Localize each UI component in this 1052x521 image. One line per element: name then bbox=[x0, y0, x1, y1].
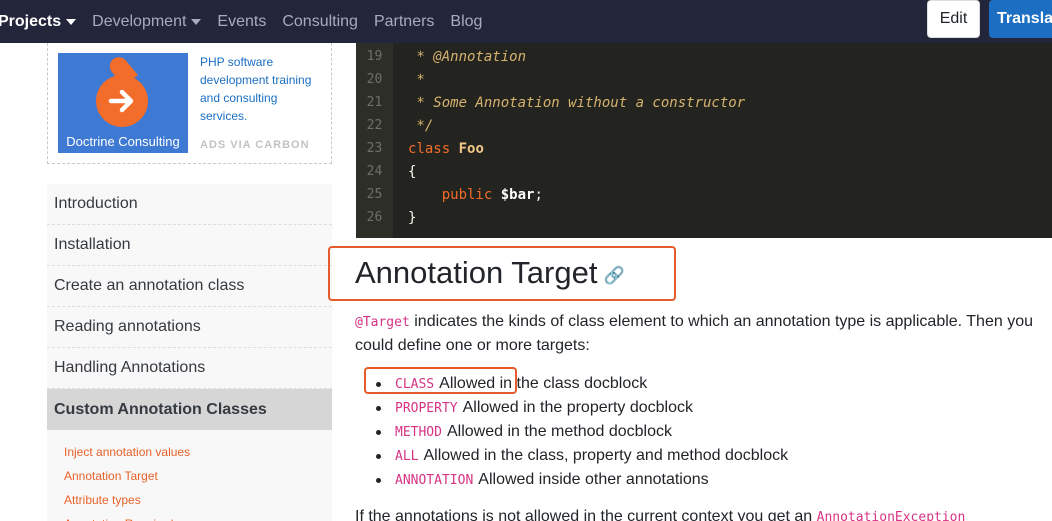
code-line: 26} bbox=[356, 206, 1052, 229]
sidebar-item-introduction[interactable]: Introduction bbox=[47, 184, 332, 225]
carbon-ad: Doctrine Consulting PHP software develop… bbox=[47, 43, 332, 164]
ads-via-carbon-link[interactable]: ADS VIA CARBON bbox=[200, 139, 310, 151]
code-text: */ bbox=[408, 117, 434, 134]
sidebar-sub-item-annotation-required[interactable]: Annotation Required bbox=[47, 512, 332, 521]
code-text: class Foo bbox=[393, 141, 484, 157]
code-text: * bbox=[408, 71, 425, 88]
code-line: 25 public $bar; bbox=[356, 183, 1052, 206]
code-text: } bbox=[408, 209, 417, 226]
inline-code: PROPERTY bbox=[395, 400, 458, 416]
code-line: 24 { bbox=[356, 160, 1052, 183]
chevron-down-icon bbox=[191, 18, 202, 25]
inline-code: METHOD bbox=[395, 424, 442, 440]
code-variable: $bar bbox=[500, 186, 535, 203]
sidebar-nav: Introduction Installation Create an anno… bbox=[47, 184, 332, 521]
intro-paragraph: @Target indicates the kinds of class ele… bbox=[355, 310, 1052, 357]
list-item: ANNOTATION Allowed inside other annotatio… bbox=[375, 468, 788, 492]
list-item: ALL Allowed in the class, property and me… bbox=[375, 444, 789, 468]
ad-image-caption: Doctrine Consulting bbox=[66, 134, 180, 149]
intro-text: indicates the kinds of class element to … bbox=[355, 313, 1033, 354]
chevron-down-icon bbox=[66, 18, 77, 25]
code-line: 20 * bbox=[356, 68, 1052, 91]
line-number: 19 bbox=[366, 49, 383, 64]
list-item-text: Allowed inside other annotations bbox=[478, 471, 709, 488]
line-number: 25 bbox=[366, 187, 383, 202]
arrow-right-icon bbox=[108, 89, 134, 113]
inline-code: ANNOTATION bbox=[395, 472, 474, 488]
inline-code-target: @Target bbox=[355, 315, 410, 330]
nav-partners[interactable]: Partners bbox=[374, 13, 434, 31]
list-item-text: Allowed in the property docblock bbox=[462, 399, 693, 416]
inline-code: ALL bbox=[395, 448, 419, 464]
sidebar-sub-item-attribute-types[interactable]: Attribute types bbox=[47, 488, 332, 512]
top-navbar: Projects Development Events Consulting P… bbox=[0, 0, 1052, 43]
sidebar-sub-list: Inject annotation values Annotation Targ… bbox=[47, 430, 332, 521]
nav-menu: Projects Development Events Consulting P… bbox=[0, 0, 498, 43]
line-number: 24 bbox=[366, 164, 383, 179]
list-item: PROPERTY Allowed in the property docblock bbox=[375, 396, 788, 420]
sidebar-item-installation[interactable]: Installation bbox=[47, 225, 332, 266]
nav-blog[interactable]: Blog bbox=[450, 13, 482, 31]
translate-button[interactable]: Translate bbox=[989, 0, 1052, 38]
line-number: 22 bbox=[366, 118, 383, 133]
code-line: 19 * @Annotation bbox=[356, 45, 1052, 68]
code-text: * @Annotation bbox=[408, 48, 527, 65]
code-keyword: public bbox=[441, 186, 493, 203]
line-number: 23 bbox=[366, 141, 383, 156]
sidebar-item-custom-annotation-classes[interactable]: Custom Annotation Classes bbox=[47, 389, 332, 430]
nav-consulting[interactable]: Consulting bbox=[282, 13, 358, 31]
list-item-text: Allowed in the class, property and metho… bbox=[423, 447, 789, 464]
code-text: public $bar; bbox=[441, 186, 543, 203]
exception-paragraph: If the annotations is not allowed in the… bbox=[355, 508, 965, 521]
nav-projects[interactable]: Projects bbox=[0, 13, 77, 31]
code-line: 22 */ bbox=[356, 114, 1052, 137]
code-class-name: Foo bbox=[458, 140, 484, 157]
line-number: 21 bbox=[366, 95, 383, 110]
sidebar-item-reading-annotations[interactable]: Reading annotations bbox=[47, 307, 332, 348]
edit-button[interactable]: Edit bbox=[927, 0, 980, 38]
list-item: METHOD Allowed in the method docblock bbox=[375, 420, 788, 444]
code-text: { bbox=[408, 163, 417, 180]
sidebar-item-handling-annotations[interactable]: Handling Annotations bbox=[47, 348, 332, 389]
line-number: 20 bbox=[366, 72, 383, 87]
sidebar-sub-item-inject-values[interactable]: Inject annotation values bbox=[47, 440, 332, 464]
exception-text: If the annotations is not allowed in the… bbox=[355, 508, 817, 521]
line-number: 26 bbox=[366, 210, 383, 225]
ad-text-link[interactable]: PHP software development training and co… bbox=[200, 53, 325, 125]
ad-image[interactable]: Doctrine Consulting bbox=[58, 53, 188, 153]
highlight-box-heading bbox=[328, 246, 676, 301]
nav-development[interactable]: Development bbox=[92, 13, 202, 31]
sidebar-sub-item-annotation-target[interactable]: Annotation Target bbox=[47, 464, 332, 488]
code-line: 23 class Foo bbox=[356, 137, 1052, 160]
list-item-text: Allowed in the method docblock bbox=[446, 423, 672, 440]
highlight-box-class bbox=[364, 367, 517, 394]
sidebar-item-create-annotation-class[interactable]: Create an annotation class bbox=[47, 266, 332, 307]
code-text: * Some Annotation without a constructor bbox=[408, 94, 746, 111]
code-block: 19 * @Annotation 20 * 21 * Some Annotati… bbox=[356, 43, 1052, 238]
nav-events[interactable]: Events bbox=[217, 13, 266, 31]
code-keyword: class bbox=[408, 140, 451, 157]
code-line: 21 * Some Annotation without a construct… bbox=[356, 91, 1052, 114]
inline-code-exception: AnnotationException bbox=[816, 510, 966, 521]
